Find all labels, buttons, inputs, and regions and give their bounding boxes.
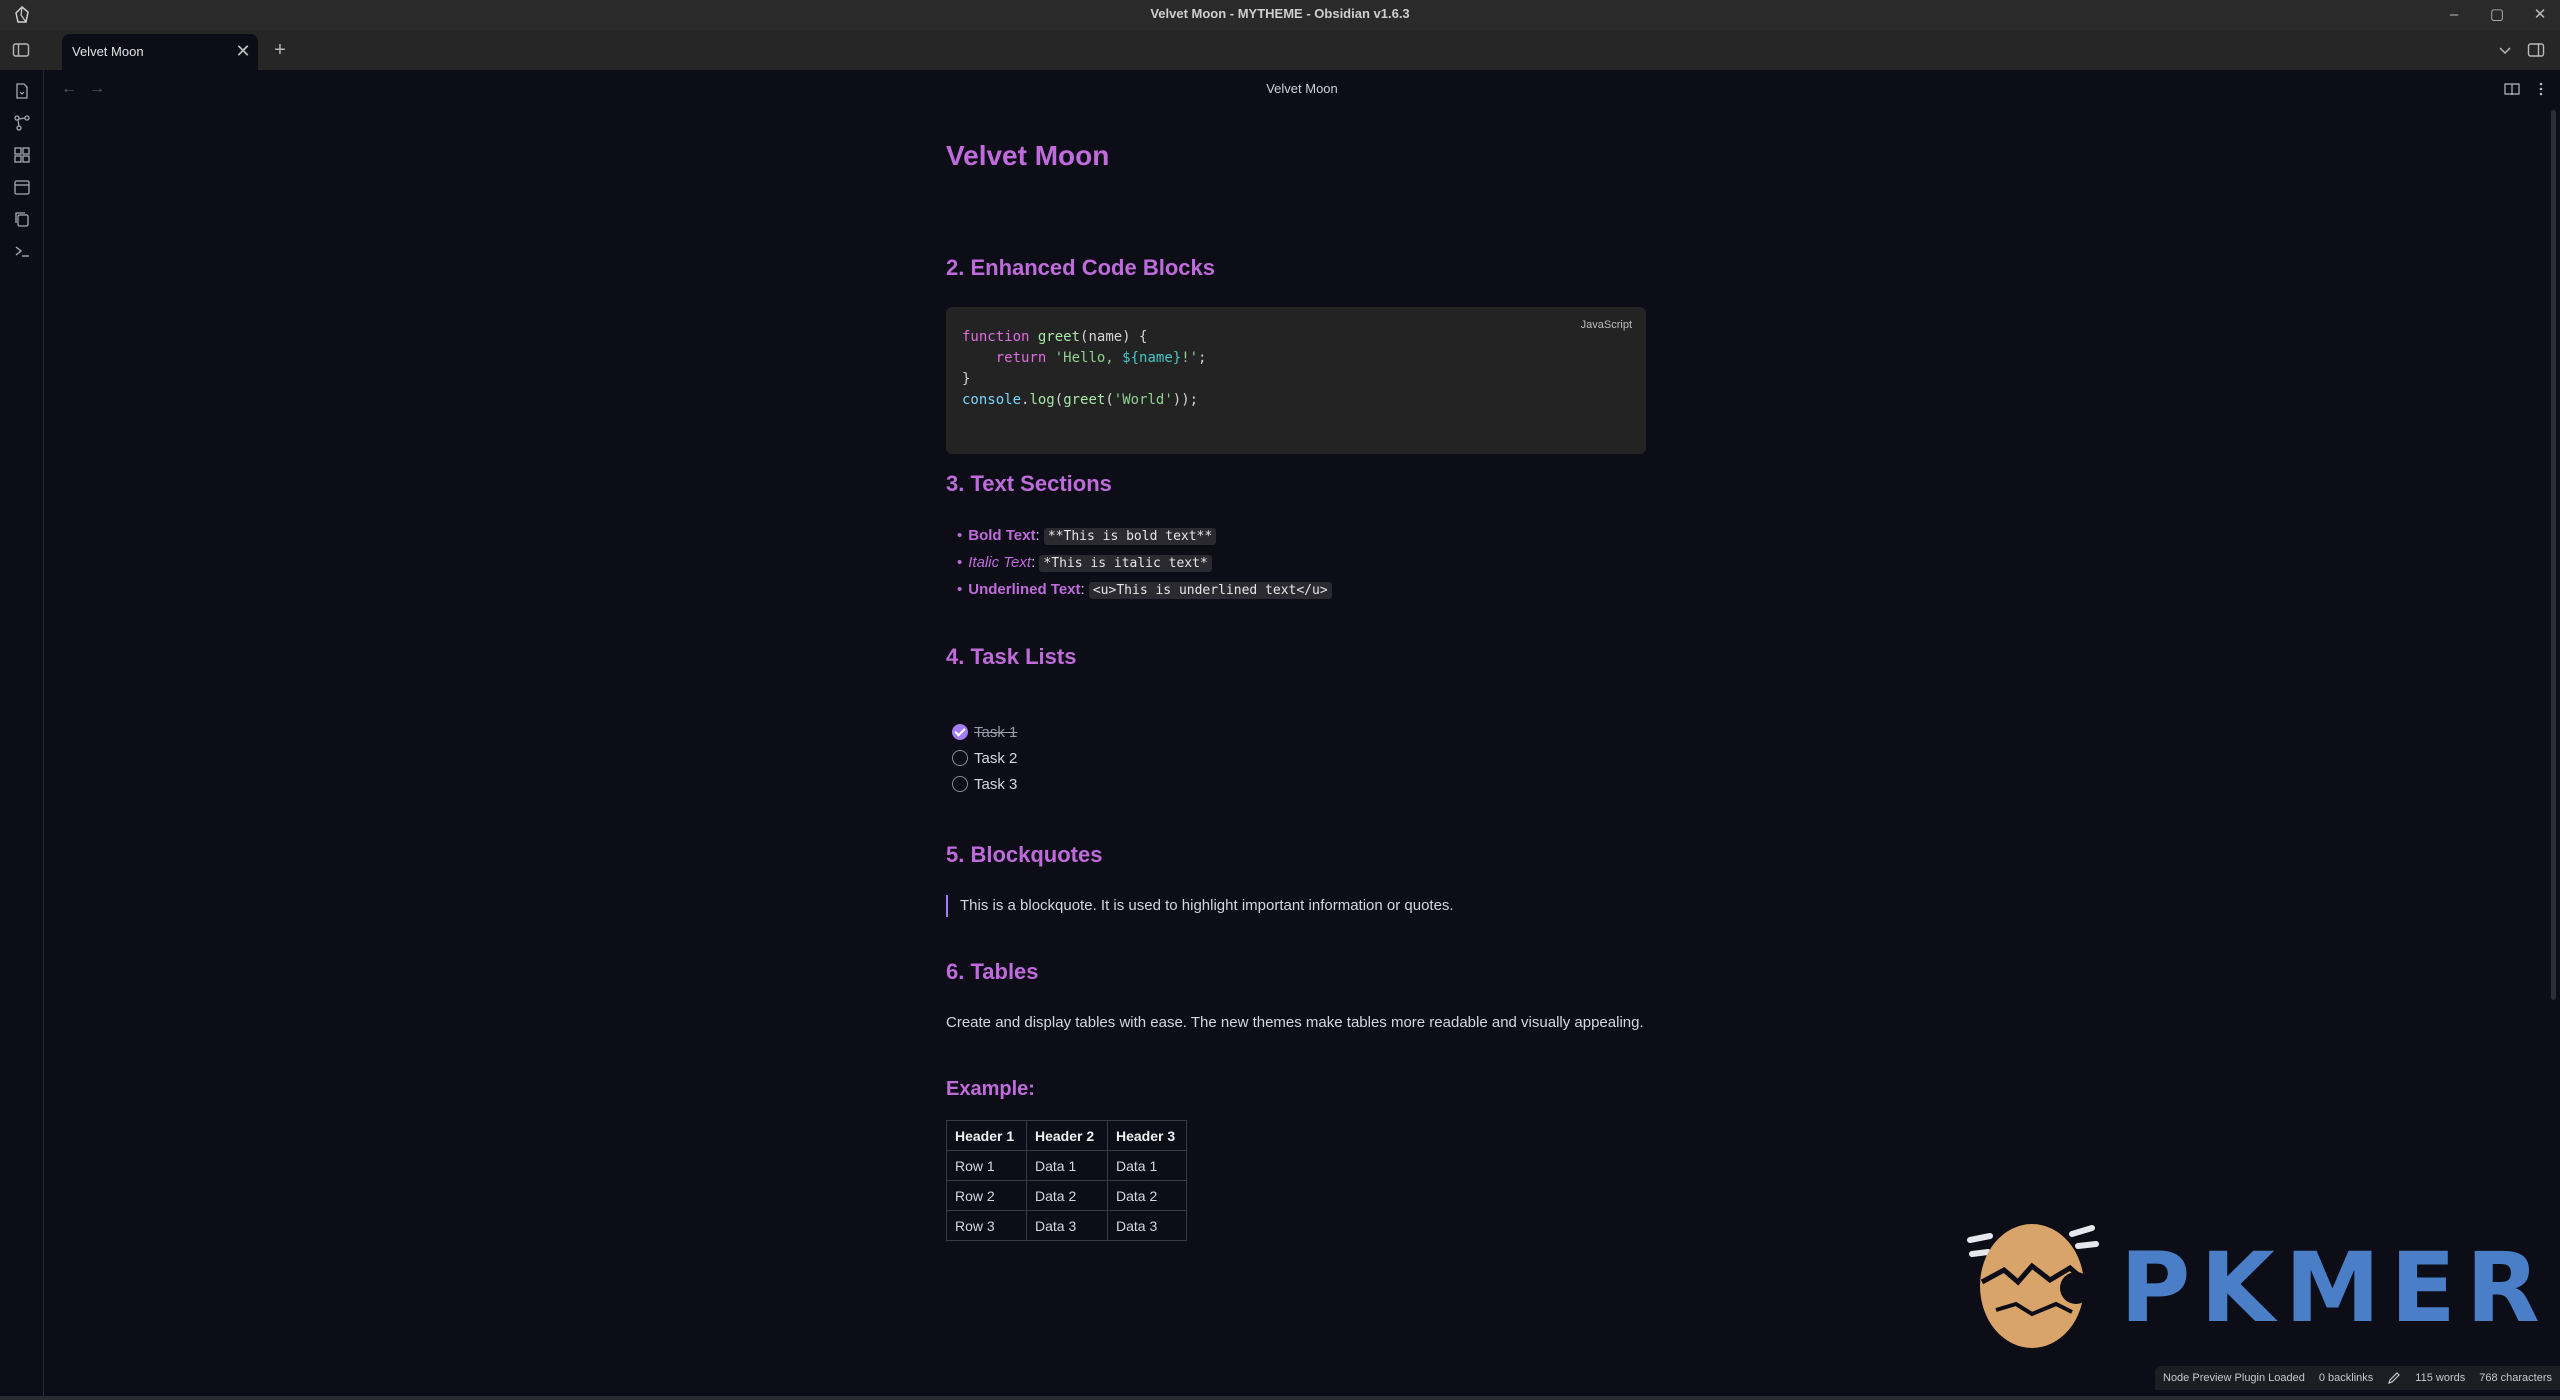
code-line-3: }: [962, 371, 971, 387]
inline-code: *This is italic text*: [1039, 555, 1212, 572]
task-item: Task 3: [952, 776, 1017, 793]
reading-view-icon[interactable]: [2503, 80, 2521, 98]
checkbox-icon[interactable]: [952, 750, 968, 766]
status-plugin[interactable]: Node Preview Plugin Loaded: [2163, 1372, 2305, 1384]
heading-text-sections: 3. Text Sections: [946, 471, 1112, 496]
grid-icon[interactable]: [13, 146, 31, 164]
code-block[interactable]: JavaScript function greet(name) { return…: [946, 307, 1646, 454]
maximize-button[interactable]: ▢: [2477, 3, 2517, 27]
table-cell: Data 1: [1026, 1150, 1108, 1181]
scrollbar[interactable]: [2551, 110, 2556, 1000]
tab-velvet-moon[interactable]: Velvet Moon ✕: [62, 34, 258, 70]
code-language-label: JavaScript: [1580, 319, 1632, 331]
close-window-button[interactable]: ✕: [2520, 3, 2560, 27]
view-title[interactable]: Velvet Moon: [44, 81, 2560, 96]
ribbon: [0, 70, 44, 1400]
table-cell: Row 3: [946, 1210, 1027, 1241]
view-header: ← → Velvet Moon: [44, 70, 2560, 106]
example-table[interactable]: Header 1 Header 2 Header 3 Row 1 Data 1 …: [946, 1120, 1187, 1241]
tab-bar: Velvet Moon ✕ +: [0, 30, 2560, 70]
copy-icon[interactable]: [13, 210, 31, 228]
status-backlinks[interactable]: 0 backlinks: [2319, 1372, 2373, 1384]
table-header-cell: Header 1: [946, 1120, 1027, 1151]
task-item: Task 1: [952, 724, 1017, 741]
code-line-2: return 'Hello, ${name}!';: [995, 350, 1207, 366]
list-item: • Bold Text: **This is bold text**: [957, 527, 1217, 545]
table-row: Row 1 Data 1 Data 1: [946, 1150, 1187, 1181]
task-item: Task 2: [952, 750, 1017, 767]
status-word-count: 115 words: [2415, 1372, 2466, 1384]
status-bar: Node Preview Plugin Loaded 0 backlinks 1…: [2155, 1366, 2560, 1390]
title-bar: Velvet Moon - MYTHEME - Obsidian v1.6.3 …: [0, 0, 2560, 30]
tab-label: Velvet Moon: [72, 44, 144, 59]
window-title: Velvet Moon - MYTHEME - Obsidian v1.6.3: [1150, 6, 1410, 21]
table-header-cell: Header 3: [1107, 1120, 1187, 1151]
inline-code: <u>This is underlined text</u>: [1088, 582, 1332, 599]
heading-task-lists: 4. Task Lists: [946, 644, 1077, 669]
code-line-4: console.log(greet('World'));: [962, 392, 1199, 408]
close-tab-icon[interactable]: ✕: [234, 42, 252, 60]
file-icon[interactable]: [13, 82, 31, 100]
graph-icon[interactable]: [13, 114, 31, 132]
new-tab-icon[interactable]: +: [270, 40, 290, 60]
left-sidebar-toggle-icon[interactable]: [12, 41, 30, 59]
table-cell: Data 2: [1107, 1180, 1187, 1211]
right-sidebar-toggle-icon[interactable]: [2527, 41, 2545, 59]
table-header-row: Header 1 Header 2 Header 3: [946, 1120, 1187, 1151]
table-cell: Row 1: [946, 1150, 1027, 1181]
code-line-1: function greet(name) {: [962, 329, 1148, 345]
checkbox-checked-icon[interactable]: [952, 724, 968, 740]
blockquote: This is a blockquote. It is used to high…: [946, 895, 1454, 917]
checkbox-icon[interactable]: [952, 776, 968, 792]
list-item: • Underlined Text: <u>This is underlined …: [957, 581, 1332, 599]
heading-blockquotes: 5. Blockquotes: [946, 842, 1103, 867]
pkmer-logo-icon: [1967, 1224, 2099, 1348]
list-item: • Italic Text: *This is italic text*: [957, 554, 1212, 572]
calendar-icon[interactable]: [13, 178, 31, 196]
table-cell: Data 2: [1026, 1180, 1108, 1211]
heading-tables: 6. Tables: [946, 959, 1039, 984]
minimize-button[interactable]: –: [2434, 3, 2474, 27]
table-row: Row 3 Data 3 Data 3: [946, 1210, 1187, 1241]
bullet-icon: •: [957, 581, 963, 598]
paragraph: Create and display tables with ease. The…: [946, 1014, 1644, 1031]
table-cell: Data 1: [1107, 1150, 1187, 1181]
heading-code-blocks: 2. Enhanced Code Blocks: [946, 255, 1215, 280]
table-row: Row 2 Data 2 Data 2: [946, 1180, 1187, 1211]
status-character-count: 768 characters: [2479, 1372, 2552, 1384]
bullet-icon: •: [957, 527, 963, 544]
note-title[interactable]: Velvet Moon: [946, 140, 1109, 172]
pkmer-watermark-text: PKMER: [2120, 1232, 2550, 1344]
edit-pencil-icon[interactable]: [2387, 1371, 2401, 1385]
tab-list-chevron-icon[interactable]: [2496, 41, 2514, 59]
bottom-border: [0, 1396, 2560, 1400]
table-cell: Row 2: [946, 1180, 1027, 1211]
table-header-cell: Header 2: [1026, 1120, 1108, 1151]
more-options-icon[interactable]: [2532, 80, 2550, 98]
table-cell: Data 3: [1107, 1210, 1187, 1241]
heading-example: Example:: [946, 1078, 1035, 1100]
bullet-icon: •: [957, 554, 963, 571]
pkmer-watermark: PKMER: [1960, 1210, 2540, 1350]
table-cell: Data 3: [1026, 1210, 1108, 1241]
terminal-icon[interactable]: [13, 242, 31, 260]
inline-code: **This is bold text**: [1043, 528, 1217, 545]
